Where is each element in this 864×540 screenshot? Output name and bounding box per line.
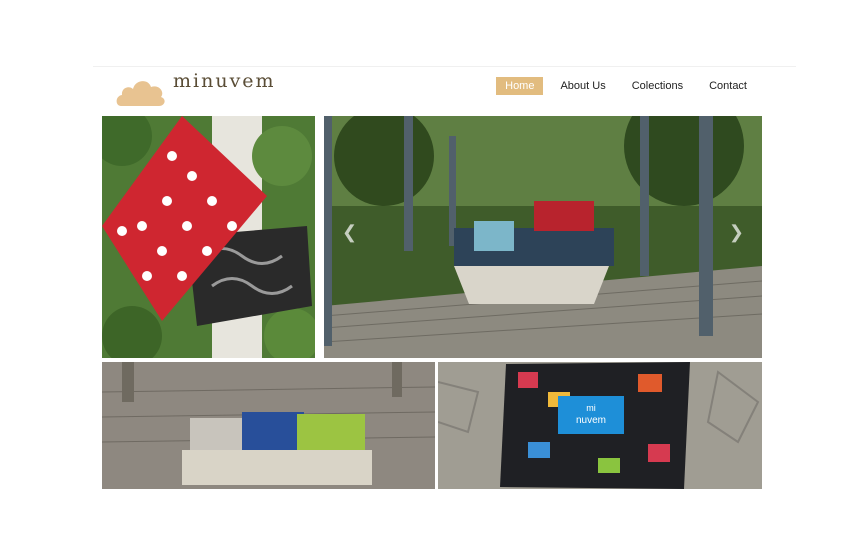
photo-tray-pillows[interactable]: [102, 362, 435, 489]
chevron-right-icon[interactable]: ❯: [729, 222, 744, 243]
brand-name[interactable]: minuvem: [173, 70, 276, 92]
label-line1: mi: [586, 403, 596, 413]
nav-about-us[interactable]: About Us: [551, 77, 614, 95]
photo-red-heart-pillow[interactable]: [102, 116, 315, 358]
nav-home[interactable]: Home: [496, 77, 544, 95]
site-header: minuvem Home About Us Colections Contact: [93, 66, 796, 111]
photo-basket-boardwalk[interactable]: ❮ ❯: [324, 116, 762, 358]
nav-colections[interactable]: Colections: [623, 77, 692, 95]
photo-bag-print-pillow[interactable]: mi nuvem: [438, 362, 762, 489]
chevron-left-icon[interactable]: ❮: [342, 222, 357, 243]
cloud-icon[interactable]: [115, 72, 167, 108]
nav-contact[interactable]: Contact: [700, 77, 756, 95]
main-nav: Home About Us Colections Contact: [496, 77, 756, 95]
label-line2: nuvem: [576, 415, 606, 426]
